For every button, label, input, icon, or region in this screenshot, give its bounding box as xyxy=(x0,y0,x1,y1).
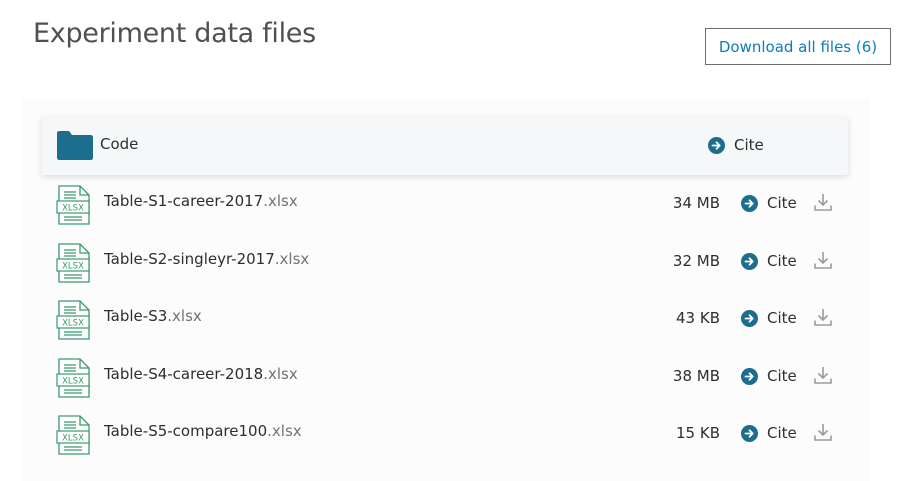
file-name-link[interactable]: Table-S5-compare100.xlsx xyxy=(104,422,302,440)
file-size: 32 MB xyxy=(672,252,720,270)
arrow-right-circle-icon xyxy=(741,194,758,212)
xlsx-icon-text: XLSX xyxy=(62,319,84,329)
page-title: Experiment data files xyxy=(33,18,316,49)
file-extension: .xlsx xyxy=(267,422,302,440)
file-size: 15 KB xyxy=(676,424,720,442)
file-size: 34 MB xyxy=(672,194,720,212)
download-icon[interactable] xyxy=(813,250,833,274)
file-extension: .xlsx xyxy=(274,250,310,268)
file-name-link[interactable]: Table-S4-career-2018.xlsx xyxy=(104,365,298,383)
folder-name: Code xyxy=(100,135,139,153)
xlsx-file-icon: XLSX xyxy=(56,243,90,287)
cite-label: Cite xyxy=(767,367,797,385)
arrow-right-circle-icon xyxy=(741,424,758,442)
file-size: 43 KB xyxy=(676,309,720,327)
cite-label: Cite xyxy=(767,424,797,442)
cite-label: Cite xyxy=(734,136,764,154)
download-icon[interactable] xyxy=(813,365,833,389)
cite-link[interactable]: Cite xyxy=(741,424,797,442)
arrow-right-circle-icon xyxy=(708,136,725,154)
cite-link[interactable]: Cite xyxy=(741,194,797,212)
file-row-table-s2: XLSX Table-S2-singleyr-2017.xlsx 32 MB C… xyxy=(42,242,848,292)
cite-link[interactable]: Cite xyxy=(708,136,764,154)
file-name-base: Table-S2-singleyr-2017 xyxy=(104,250,275,268)
xlsx-file-icon: XLSX xyxy=(56,358,90,402)
cite-link[interactable]: Cite xyxy=(741,309,797,327)
file-name-base: Table-S4-career-2018 xyxy=(104,365,264,383)
xlsx-file-icon: XLSX xyxy=(56,415,90,459)
cite-label: Cite xyxy=(767,194,797,212)
file-size: 38 MB xyxy=(672,367,720,385)
file-name-link[interactable]: Table-S3.xlsx xyxy=(104,307,202,325)
xlsx-icon-text: XLSX xyxy=(62,204,84,214)
arrow-right-circle-icon xyxy=(741,252,758,270)
file-name-base: Table-S3 xyxy=(104,307,168,325)
file-row-table-s5: XLSX Table-S5-compare100.xlsx 15 KB Cite xyxy=(42,414,848,464)
file-row-table-s4: XLSX Table-S4-career-2018.xlsx 38 MB Cit… xyxy=(42,357,848,407)
file-name-base: Table-S5-compare100 xyxy=(104,422,268,440)
arrow-right-circle-icon xyxy=(741,367,758,385)
file-extension: .xlsx xyxy=(263,365,298,383)
file-row-table-s1: XLSX Table-S1-career-2017.xlsx 34 MB Cit… xyxy=(42,184,848,234)
file-name-link[interactable]: Table-S1-career-2017.xlsx xyxy=(104,192,298,210)
download-icon[interactable] xyxy=(813,307,833,331)
file-extension: .xlsx xyxy=(167,307,202,325)
file-name-link[interactable]: Table-S2-singleyr-2017.xlsx xyxy=(104,250,309,268)
download-icon[interactable] xyxy=(813,192,833,216)
cite-label: Cite xyxy=(767,309,797,327)
cite-link[interactable]: Cite xyxy=(741,367,797,385)
arrow-right-circle-icon xyxy=(741,309,758,327)
xlsx-icon-text: XLSX xyxy=(62,262,84,272)
folder-icon xyxy=(57,131,93,164)
download-icon[interactable] xyxy=(813,422,833,446)
file-name-base: Table-S1-career-2017 xyxy=(104,192,264,210)
file-extension: .xlsx xyxy=(263,192,298,210)
xlsx-icon-text: XLSX xyxy=(62,434,84,444)
xlsx-file-icon: XLSX xyxy=(56,185,90,229)
file-row-table-s3: XLSX Table-S3.xlsx 43 KB Cite xyxy=(42,299,848,349)
download-all-button[interactable]: Download all files (6) xyxy=(705,28,891,65)
folder-row-code[interactable]: Code Cite xyxy=(42,117,848,175)
xlsx-file-icon: XLSX xyxy=(56,300,90,344)
cite-link[interactable]: Cite xyxy=(741,252,797,270)
xlsx-icon-text: XLSX xyxy=(62,377,84,387)
cite-label: Cite xyxy=(767,252,797,270)
